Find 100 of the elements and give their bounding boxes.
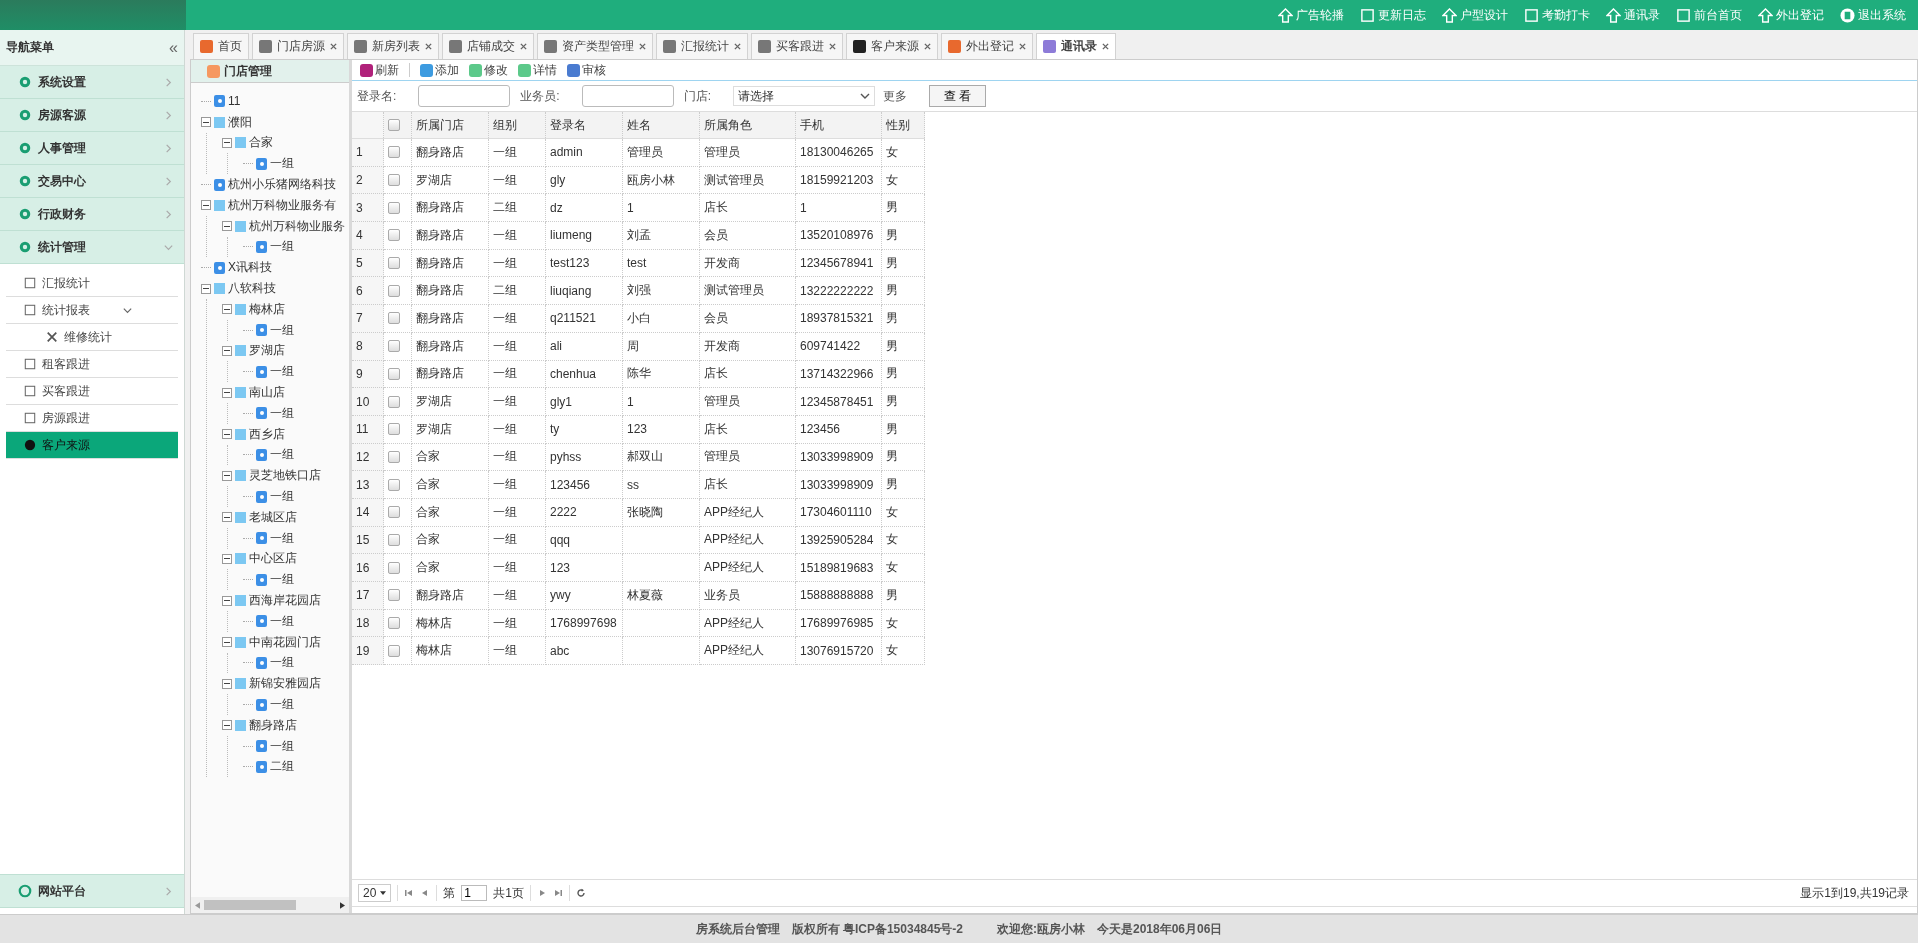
tree-item[interactable]: 一组 <box>270 321 294 339</box>
tree-item[interactable]: 南山店 <box>249 384 285 402</box>
tree-item[interactable]: 罗湖店 <box>249 342 285 360</box>
tree-item[interactable]: 一组 <box>270 363 294 381</box>
tab[interactable]: 外出登记 <box>941 33 1033 59</box>
row-checkbox[interactable] <box>388 478 400 491</box>
row-checkbox[interactable] <box>388 589 400 602</box>
tab[interactable]: 客户来源 <box>846 33 938 59</box>
close-icon[interactable] <box>1019 43 1026 50</box>
tree-item[interactable]: 一组 <box>270 238 294 256</box>
scroll-left-icon[interactable] <box>195 901 200 909</box>
close-icon[interactable] <box>1102 43 1109 50</box>
tree-item[interactable]: 一组 <box>270 529 294 547</box>
view-button[interactable]: 查 看 <box>929 85 987 107</box>
first-page-icon[interactable] <box>404 888 415 898</box>
scroll-right-icon[interactable] <box>340 901 345 909</box>
tree-item[interactable]: 一组 <box>270 612 294 630</box>
tree-item[interactable]: 一组 <box>270 404 294 422</box>
tree-item[interactable]: 合家 <box>249 134 273 152</box>
toolbar-button[interactable]: 详情 <box>518 61 557 79</box>
menu-group[interactable]: 人事管理 <box>0 132 184 165</box>
close-icon[interactable] <box>829 43 836 50</box>
refresh-icon[interactable] <box>576 888 587 898</box>
tab[interactable]: 门店房源 <box>252 33 344 59</box>
tab[interactable]: 首页 <box>193 33 249 59</box>
tree-item[interactable]: 西乡店 <box>249 425 285 443</box>
tree-item[interactable]: 一组 <box>270 571 294 589</box>
store-select[interactable]: 请选择 <box>733 86 876 106</box>
menu-group[interactable]: 房源客源 <box>0 99 184 132</box>
row-checkbox[interactable] <box>388 284 400 297</box>
tree-item[interactable]: 中心区店 <box>249 550 297 568</box>
collapse-toggle-icon[interactable] <box>222 595 232 606</box>
close-icon[interactable] <box>924 43 931 50</box>
collapse-toggle-icon[interactable] <box>222 221 232 232</box>
collapse-toggle-icon[interactable] <box>222 637 232 648</box>
submenu-item[interactable]: 汇报统计 <box>6 270 178 297</box>
tab[interactable]: 新房列表 <box>347 33 439 59</box>
tree-item[interactable]: 翻身路店 <box>249 716 297 734</box>
toolbar-button[interactable]: 刷新 <box>360 61 399 79</box>
tab[interactable]: 汇报统计 <box>656 33 748 59</box>
horizontal-scrollbar[interactable] <box>191 897 349 913</box>
tab[interactable]: 通讯录 <box>1036 33 1116 59</box>
collapse-toggle-icon[interactable] <box>201 283 211 294</box>
tab[interactable]: 买客跟进 <box>751 33 843 59</box>
row-checkbox[interactable] <box>388 450 400 463</box>
tree-item[interactable]: 西海岸花园店 <box>249 592 321 609</box>
page-input[interactable]: 1 <box>461 885 488 901</box>
close-icon[interactable] <box>520 43 527 50</box>
last-page-icon[interactable] <box>553 888 564 898</box>
tree-item[interactable]: 二组 <box>270 758 294 776</box>
row-checkbox[interactable] <box>388 367 400 380</box>
collapse-toggle-icon[interactable] <box>222 304 232 315</box>
tree-item[interactable]: 11 <box>228 94 241 109</box>
tree-item[interactable]: 一组 <box>270 654 294 672</box>
tree-item[interactable]: 一组 <box>270 696 294 713</box>
tree-item[interactable]: 杭州小乐猪网络科技 <box>228 176 336 194</box>
page-size-select[interactable]: 20 <box>358 884 392 902</box>
collapse-toggle-icon[interactable] <box>222 512 232 523</box>
row-checkbox[interactable] <box>388 229 400 242</box>
close-icon[interactable] <box>425 43 432 50</box>
row-checkbox[interactable] <box>388 423 400 436</box>
menu-group[interactable]: 行政财务 <box>0 198 184 231</box>
toolbar-button[interactable]: 审核 <box>567 61 606 79</box>
collapse-toggle-icon[interactable] <box>222 429 232 440</box>
row-checkbox[interactable] <box>388 340 400 353</box>
collapse-toggle-icon[interactable] <box>222 138 232 148</box>
collapse-toggle-icon[interactable] <box>201 117 211 128</box>
row-checkbox[interactable] <box>388 617 400 630</box>
tree-item[interactable]: 杭州万科物业服务有 <box>228 196 336 214</box>
row-checkbox[interactable] <box>388 146 400 159</box>
submenu-item[interactable]: 维修统计 <box>6 324 178 351</box>
submenu-item[interactable]: 买客跟进 <box>6 378 178 405</box>
row-checkbox[interactable] <box>388 561 400 574</box>
row-checkbox[interactable] <box>388 201 400 214</box>
tree-item[interactable]: 一组 <box>270 737 294 755</box>
toolbar-button[interactable]: 修改 <box>469 61 508 79</box>
close-icon[interactable] <box>734 43 741 50</box>
select-all-checkbox[interactable] <box>388 119 400 131</box>
submenu-item[interactable]: 统计报表 <box>6 297 178 324</box>
tree-item[interactable]: 中南花园门店 <box>249 633 321 651</box>
collapse-toggle-icon[interactable] <box>222 345 232 356</box>
tree-item[interactable]: X讯科技 <box>228 259 272 277</box>
tree-item[interactable]: 新锦安雅园店 <box>249 675 321 693</box>
collapse-toggle-icon[interactable] <box>222 470 232 481</box>
submenu-item[interactable]: 客户来源 <box>6 432 178 459</box>
close-icon[interactable] <box>330 43 337 50</box>
tree-item[interactable]: 灵芝地铁口店 <box>249 467 321 485</box>
tree-item[interactable]: 一组 <box>270 155 294 173</box>
row-checkbox[interactable] <box>388 395 400 408</box>
row-checkbox[interactable] <box>388 533 400 546</box>
row-checkbox[interactable] <box>388 312 400 325</box>
row-checkbox[interactable] <box>388 257 400 270</box>
menu-group[interactable]: 网站平台 <box>0 874 184 908</box>
tree-item[interactable]: 杭州万科物业服务 <box>249 217 345 235</box>
collapse-toggle-icon[interactable] <box>222 720 232 731</box>
close-icon[interactable] <box>639 43 646 50</box>
input-field[interactable] <box>581 85 674 107</box>
collapse-toggle-icon[interactable] <box>222 553 232 564</box>
tree-item[interactable]: 一组 <box>270 488 294 506</box>
collapse-toggle-icon[interactable] <box>222 387 232 398</box>
